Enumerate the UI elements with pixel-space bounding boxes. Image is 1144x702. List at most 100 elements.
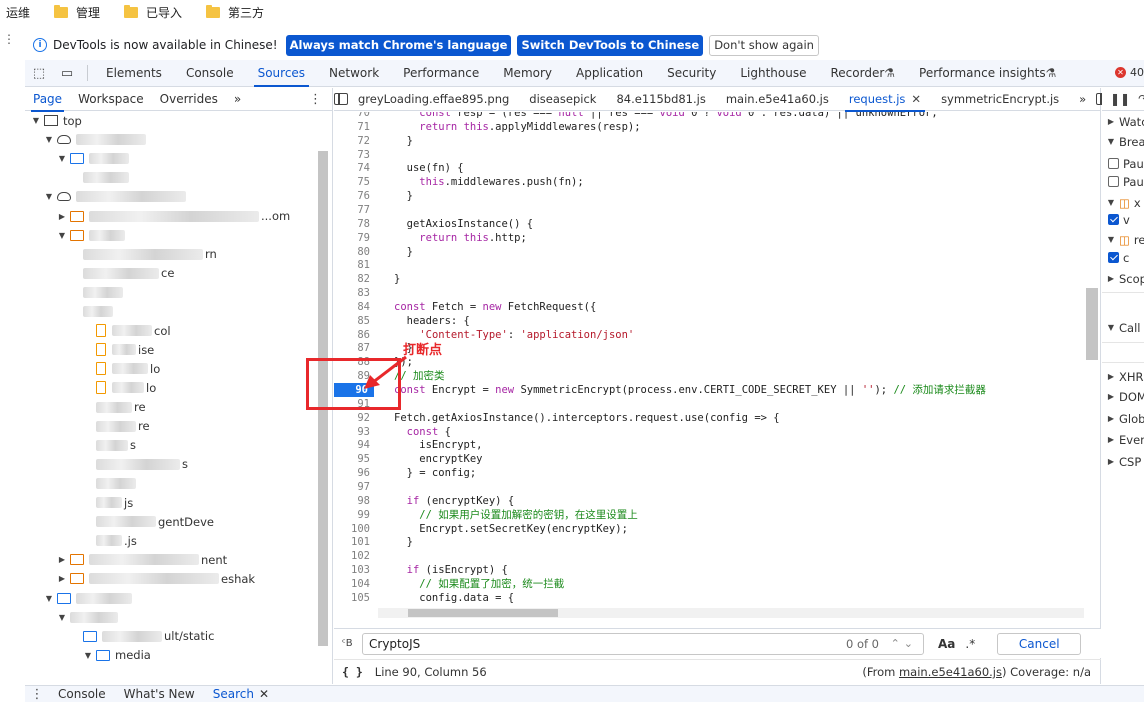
code-view[interactable]: 70 const resp = (res === null || res ===… — [334, 112, 1101, 612]
line-number[interactable]: 100 — [334, 522, 370, 536]
expand-right-icon[interactable]: ▶ — [1106, 392, 1116, 401]
tree-item[interactable]: ▼ top — [31, 111, 82, 130]
editor-horizontal-scrollbar[interactable] — [378, 608, 1084, 618]
tab-console[interactable]: Console — [174, 60, 246, 87]
device-toolbar-icon[interactable]: ▭ — [53, 66, 81, 81]
debugger-item[interactable]: ▼ ◫ re — [1102, 230, 1144, 249]
expand-down-icon[interactable]: ▼ — [1106, 235, 1116, 244]
tree-item[interactable]: ▶ eshak — [57, 569, 255, 588]
line-number[interactable]: 70 — [334, 112, 370, 120]
code-line[interactable]: 101 } — [334, 535, 1101, 549]
switch-to-chinese-button[interactable]: Switch DevTools to Chinese — [517, 34, 704, 56]
tree-item[interactable]: .js — [83, 531, 137, 550]
tab-application[interactable]: Application — [564, 60, 655, 87]
debugger-item[interactable]: ▶ Scop — [1102, 269, 1144, 288]
tab-performance-insights[interactable]: Performance insights ⚗ — [907, 60, 1068, 87]
pause-icon[interactable]: ❚❚ — [1110, 92, 1130, 106]
tree-item[interactable] — [70, 302, 115, 321]
error-counter[interactable]: ✕ 40 — [1115, 66, 1144, 79]
code-line[interactable]: 90 const Encrypt = new SymmetricEncrypt(p… — [334, 383, 1101, 397]
tab-recorder[interactable]: Recorder ⚗ — [819, 60, 908, 87]
code-line[interactable]: 98 if (encryptKey) { — [334, 494, 1101, 508]
expand-down-icon[interactable]: ▼ — [44, 135, 54, 144]
line-number[interactable]: 77 — [334, 203, 370, 217]
tree-item[interactable] — [83, 474, 138, 493]
tree-item[interactable]: ▼ — [57, 608, 120, 627]
drawer-tab-what-s-new[interactable]: What's New — [115, 686, 204, 702]
line-number[interactable]: 96 — [334, 466, 370, 480]
tab-performance[interactable]: Performance — [391, 60, 491, 87]
tree-item[interactable]: ▼ — [44, 130, 148, 149]
bookmark-item[interactable]: 已导入 — [124, 4, 182, 21]
line-number[interactable]: 83 — [334, 286, 370, 300]
code-line[interactable]: 102 — [334, 549, 1101, 563]
line-number[interactable]: 79 — [334, 231, 370, 245]
close-tab-icon[interactable]: ✕ — [911, 92, 921, 106]
navigator-more-tabs-icon[interactable]: » — [226, 88, 249, 111]
navigator-tab-page[interactable]: Page — [25, 88, 70, 112]
line-number[interactable]: 104 — [334, 577, 370, 591]
step-over-icon[interactable]: ↷ — [1138, 92, 1144, 106]
tree-item[interactable]: re — [83, 398, 146, 417]
tree-item[interactable]: ▼ — [44, 187, 188, 206]
bookmark-item[interactable]: 管理 — [54, 4, 100, 21]
code-line[interactable]: 71 return this.applyMiddlewares(resp); — [334, 120, 1101, 134]
line-number[interactable]: 71 — [334, 120, 370, 134]
tree-item[interactable] — [70, 283, 125, 302]
code-line[interactable]: 82} — [334, 272, 1101, 286]
drawer-tab-console[interactable]: Console — [49, 686, 115, 702]
tree-item[interactable]: ce — [70, 264, 174, 283]
expand-down-icon[interactable]: ▼ — [1106, 137, 1116, 146]
line-number[interactable]: 103 — [334, 563, 370, 577]
line-number[interactable]: 94 — [334, 438, 370, 452]
tree-item[interactable]: re — [83, 417, 150, 436]
scroll-thumb[interactable] — [408, 609, 558, 617]
editor-tab[interactable]: 84.e115bd81.js — [606, 88, 715, 111]
tree-item[interactable]: ▼ media — [83, 646, 151, 665]
checkbox[interactable] — [1108, 214, 1119, 225]
debugger-item[interactable]: ▶ CSP — [1102, 452, 1141, 471]
inspect-element-icon[interactable]: ⬚ — [25, 66, 53, 81]
editor-tab[interactable]: greyLoading.effae895.png — [348, 88, 519, 111]
code-line[interactable]: 72 } — [334, 134, 1101, 148]
bookmark-item[interactable]: 运维 — [6, 4, 30, 21]
code-line[interactable]: 78 getAxiosInstance() { — [334, 217, 1101, 231]
editor-tab[interactable]: symmetricEncrypt.js — [931, 88, 1069, 111]
code-line[interactable]: 96 } = config; — [334, 466, 1101, 480]
pretty-print-icon[interactable]: { } — [342, 665, 363, 679]
tree-item[interactable]: ▼ — [57, 226, 127, 245]
match-case-toggle-icon[interactable]: ᶜB — [342, 638, 362, 649]
toggle-navigator-icon[interactable] — [334, 93, 348, 105]
match-case-button[interactable]: Aa — [938, 637, 955, 651]
debugger-item[interactable]: ▶ DOM — [1102, 387, 1144, 406]
line-number[interactable]: 97 — [334, 480, 370, 494]
line-number[interactable]: 74 — [334, 161, 370, 175]
line-number[interactable]: 101 — [334, 535, 370, 549]
debugger-item[interactable]: ▶ Even — [1102, 430, 1144, 449]
line-number[interactable]: 81 — [334, 258, 370, 272]
always-match-language-button[interactable]: Always match Chrome's language — [285, 34, 512, 56]
expand-down-icon[interactable]: ▼ — [44, 192, 54, 201]
tree-item[interactable]: ▼ — [57, 149, 131, 168]
code-line[interactable]: 97 — [334, 480, 1101, 494]
tree-item[interactable]: s — [83, 436, 136, 455]
tab-lighthouse[interactable]: Lighthouse — [728, 60, 818, 87]
line-number[interactable]: 99 — [334, 508, 370, 522]
close-tab-icon[interactable]: ✕ — [259, 687, 269, 701]
expand-right-icon[interactable]: ▶ — [1106, 274, 1116, 283]
navigator-tab-workspace[interactable]: Workspace — [70, 88, 152, 111]
tab-security[interactable]: Security — [655, 60, 728, 87]
line-number[interactable]: 78 — [334, 217, 370, 231]
line-number[interactable]: 92 — [334, 411, 370, 425]
debugger-item[interactable]: ▶Watc — [1102, 112, 1144, 131]
code-line[interactable]: 85 headers: { — [334, 314, 1101, 328]
code-line[interactable]: 93 const { — [334, 425, 1101, 439]
code-line[interactable]: 92 Fetch.getAxiosInstance().interceptors.… — [334, 411, 1101, 425]
tree-item[interactable]: rn — [70, 245, 217, 264]
expand-down-icon[interactable]: ▼ — [44, 594, 54, 603]
checkbox[interactable] — [1108, 252, 1119, 263]
code-line[interactable]: 94 isEncrypt, — [334, 438, 1101, 452]
tab-network[interactable]: Network — [317, 60, 391, 87]
expand-right-icon[interactable]: ▶ — [1106, 117, 1116, 126]
expand-down-icon[interactable]: ▼ — [57, 231, 67, 240]
